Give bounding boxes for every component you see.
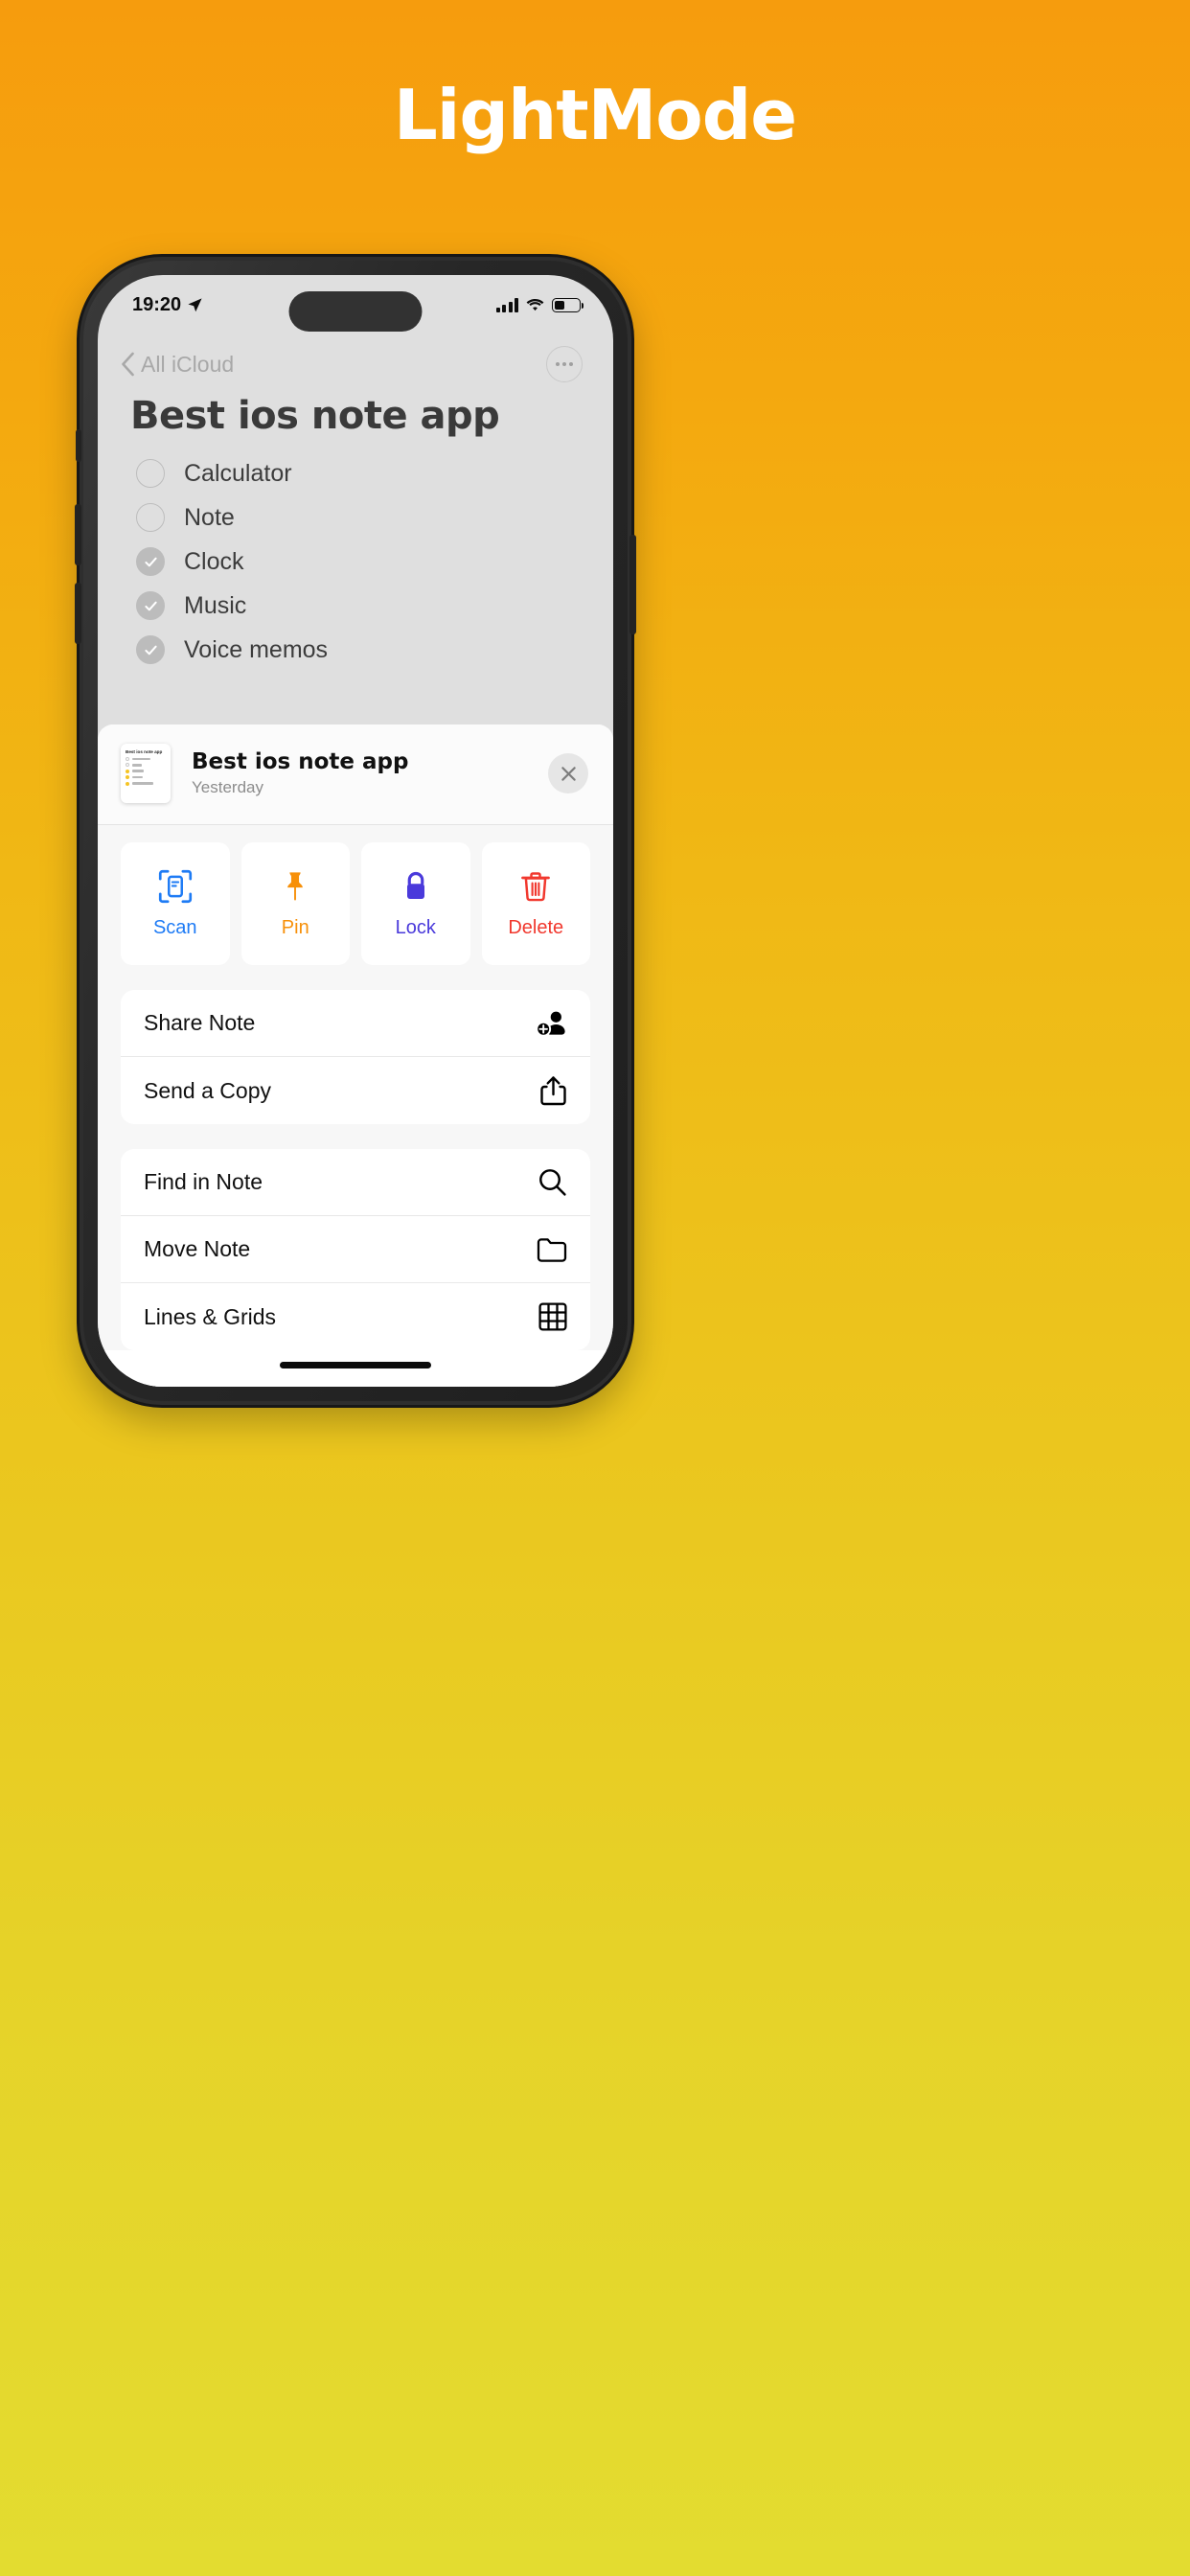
- pin-icon: [287, 871, 304, 900]
- phone-mockup: 19:20 All iCloud Best ios note app Calcu…: [75, 257, 636, 1405]
- quick-actions: Scan Pin Lock Delete: [98, 825, 613, 965]
- lock-button[interactable]: Lock: [361, 842, 470, 965]
- status-time-group: 19:20: [132, 294, 203, 316]
- checklist-item[interactable]: Music: [130, 584, 583, 628]
- navigation-bar: All iCloud: [98, 334, 613, 388]
- move-note-row[interactable]: Move Note: [121, 1216, 590, 1283]
- close-icon: [561, 766, 576, 781]
- note-title: Best ios note app: [130, 394, 500, 438]
- checklist-item[interactable]: Clock: [130, 540, 583, 584]
- share-icon: [540, 1076, 566, 1106]
- trash-icon: [521, 871, 551, 901]
- location-arrow-icon: [188, 297, 202, 311]
- checklist-item[interactable]: Voice memos: [130, 628, 583, 672]
- wifi-icon: [526, 298, 544, 310]
- scan-button[interactable]: Scan: [121, 842, 230, 965]
- phone-screen: 19:20 All iCloud Best ios note app Calcu…: [98, 275, 613, 1387]
- sheet-title: Best ios note app: [192, 749, 409, 774]
- status-time: 19:20: [132, 293, 182, 315]
- status-indicators: [495, 297, 584, 312]
- note-content: Best ios note app Calculator Note Clock …: [98, 388, 613, 672]
- person-add-icon: [536, 1011, 565, 1037]
- page-title: LightMode: [393, 75, 797, 155]
- silent-switch[interactable]: [76, 429, 81, 462]
- share-note-row[interactable]: Share Note: [121, 990, 590, 1057]
- back-button[interactable]: All iCloud: [121, 352, 234, 378]
- pin-button-label: Pin: [281, 916, 309, 938]
- action-sheet: Best ios note app Best ios note app Yest…: [98, 724, 613, 1387]
- delete-button[interactable]: Delete: [481, 842, 590, 965]
- home-indicator[interactable]: [98, 1350, 613, 1387]
- status-bar: 19:20: [98, 275, 613, 334]
- checklist-item-label: Voice memos: [184, 635, 329, 663]
- note-thumbnail: Best ios note app: [121, 744, 171, 803]
- back-button-label: All iCloud: [141, 351, 235, 377]
- lines-grids-row[interactable]: Lines & Grids: [121, 1283, 590, 1350]
- move-note-label: Move Note: [144, 1236, 251, 1261]
- battery-icon: [552, 297, 584, 312]
- volume-down-button[interactable]: [75, 583, 81, 644]
- thumbnail-title: Best ios note app: [126, 749, 163, 754]
- checkbox-checked-icon[interactable]: [136, 591, 165, 620]
- lock-button-label: Lock: [395, 916, 436, 938]
- checkbox-checked-icon[interactable]: [136, 635, 165, 664]
- send-copy-row[interactable]: Send a Copy: [121, 1057, 590, 1124]
- find-in-note-label: Find in Note: [144, 1169, 263, 1194]
- volume-up-button[interactable]: [75, 504, 81, 565]
- cellular-bars-icon: [495, 297, 518, 312]
- scan-document-icon: [158, 869, 192, 903]
- lines-grids-label: Lines & Grids: [144, 1303, 277, 1329]
- send-copy-label: Send a Copy: [144, 1077, 271, 1103]
- sheet-subtitle: Yesterday: [192, 778, 263, 796]
- pin-button[interactable]: Pin: [240, 842, 350, 965]
- checklist-item-label: Clock: [184, 547, 244, 575]
- search-icon: [539, 1169, 566, 1196]
- sheet-header: Best ios note app Best ios note app Yest…: [98, 724, 613, 825]
- dynamic-island: [288, 291, 423, 332]
- lock-icon: [406, 871, 424, 899]
- checklist-item-label: Music: [184, 591, 247, 619]
- share-note-label: Share Note: [144, 1010, 256, 1035]
- checklist-item[interactable]: Note: [130, 495, 583, 540]
- menu-group-share: Share Note Send a Copy: [121, 990, 590, 1124]
- find-in-note-row[interactable]: Find in Note: [121, 1149, 590, 1216]
- checkbox-unchecked-icon[interactable]: [136, 503, 165, 532]
- sheet-header-text: Best ios note app Yesterday: [192, 749, 527, 797]
- grid-icon: [538, 1302, 567, 1331]
- checklist-item[interactable]: Calculator: [130, 451, 583, 495]
- checkbox-unchecked-icon[interactable]: [136, 459, 165, 488]
- menu-group-tools: Find in Note Move Note Lines & Grids: [121, 1149, 590, 1350]
- checklist-item-label: Calculator: [184, 459, 292, 487]
- checklist-item-label: Note: [184, 503, 235, 531]
- close-button[interactable]: [548, 753, 588, 794]
- scan-button-label: Scan: [152, 916, 197, 938]
- delete-button-label: Delete: [508, 916, 564, 938]
- checkbox-checked-icon[interactable]: [136, 547, 165, 576]
- power-button[interactable]: [629, 535, 636, 634]
- chevron-left-icon: [122, 352, 134, 377]
- folder-icon: [537, 1238, 567, 1262]
- ellipsis-circle-icon[interactable]: [546, 346, 583, 382]
